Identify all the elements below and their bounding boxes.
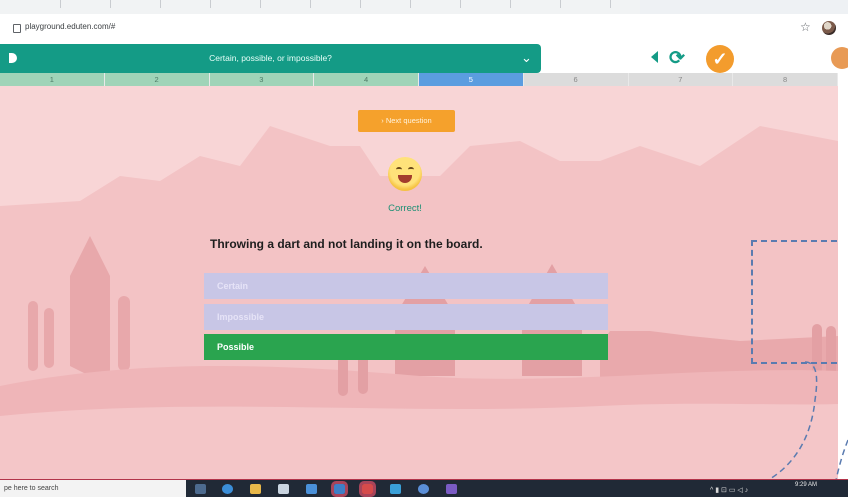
progress-step[interactable]: 8 — [733, 73, 838, 86]
taskbar-search-input[interactable]: pe here to search — [0, 480, 186, 497]
browser-app-icon[interactable] — [331, 481, 348, 497]
progress-step[interactable]: 4 — [314, 73, 419, 86]
profile-avatar-icon[interactable] — [822, 21, 836, 35]
exercise-stage: › Next question Correct! Throwing a dart… — [0, 86, 838, 479]
screen: playground.eduten.com/# ☆ Certain, possi… — [0, 0, 848, 497]
url-text[interactable]: playground.eduten.com/# — [25, 22, 115, 31]
clock-time: 9:29 AM — [795, 482, 818, 488]
tab-strip-empty-area — [640, 0, 848, 14]
feedback-text: Correct! — [388, 203, 422, 214]
user-avatar[interactable] — [831, 47, 848, 69]
file-explorer-icon[interactable] — [250, 484, 261, 494]
progress-step[interactable]: 6 — [523, 73, 629, 86]
edge-icon[interactable] — [222, 484, 233, 494]
system-tray-icons[interactable]: ^ ▮ ⊡ ▭ ◁ ♪ — [710, 486, 748, 494]
smiley-icon — [388, 157, 422, 191]
mail-icon[interactable] — [306, 484, 317, 494]
progress-step[interactable]: 2 — [104, 73, 210, 86]
progress-step[interactable]: 1 — [0, 73, 105, 86]
chrome-icon[interactable] — [359, 481, 376, 497]
printer-icon[interactable] — [278, 484, 289, 494]
app-header: Certain, possible, or impossible? ⌄ ⟳ ✓ — [0, 44, 848, 73]
answer-option-certain[interactable]: Certain — [204, 273, 608, 299]
check-icon[interactable]: ✓ — [706, 45, 734, 73]
progress-step[interactable]: 7 — [628, 73, 734, 86]
address-bar[interactable]: playground.eduten.com/# ☆ — [0, 14, 848, 44]
star-icon[interactable]: ☆ — [800, 20, 811, 34]
lock-icon — [13, 24, 21, 33]
taskbar-clock[interactable]: 9:29 AM — [795, 482, 817, 489]
next-question-button[interactable]: › Next question — [358, 110, 455, 132]
chevron-down-icon[interactable]: ⌄ — [521, 50, 532, 66]
question-text: Throwing a dart and not landing it on th… — [210, 237, 483, 251]
search-placeholder: pe here to search — [4, 485, 59, 492]
teams-icon[interactable] — [446, 484, 457, 494]
browser-tab-strip — [0, 0, 848, 14]
windows-taskbar: pe here to search ^ ▮ ⊡ ▭ ◁ ♪ 9:29 AM — [0, 479, 848, 497]
progress-step[interactable]: 3 — [209, 73, 315, 86]
exercise-title-dropdown[interactable]: Certain, possible, or impossible? ⌄ — [0, 44, 541, 73]
progress-step-current[interactable]: 5 — [419, 73, 524, 86]
task-view-icon[interactable] — [195, 484, 206, 494]
question-progress-bar: 1 2 3 4 5 6 7 8 — [0, 73, 838, 86]
dashed-selection-box — [751, 240, 838, 364]
answer-option-possible[interactable]: Possible — [204, 334, 608, 360]
exercise-title: Certain, possible, or impossible? — [209, 53, 332, 63]
app-icon-blue[interactable] — [418, 484, 429, 494]
app-icon[interactable] — [390, 484, 401, 494]
refresh-icon[interactable]: ⟳ — [669, 47, 685, 70]
answer-option-impossible[interactable]: Impossible — [204, 304, 608, 330]
back-triangle-icon[interactable] — [651, 51, 658, 63]
